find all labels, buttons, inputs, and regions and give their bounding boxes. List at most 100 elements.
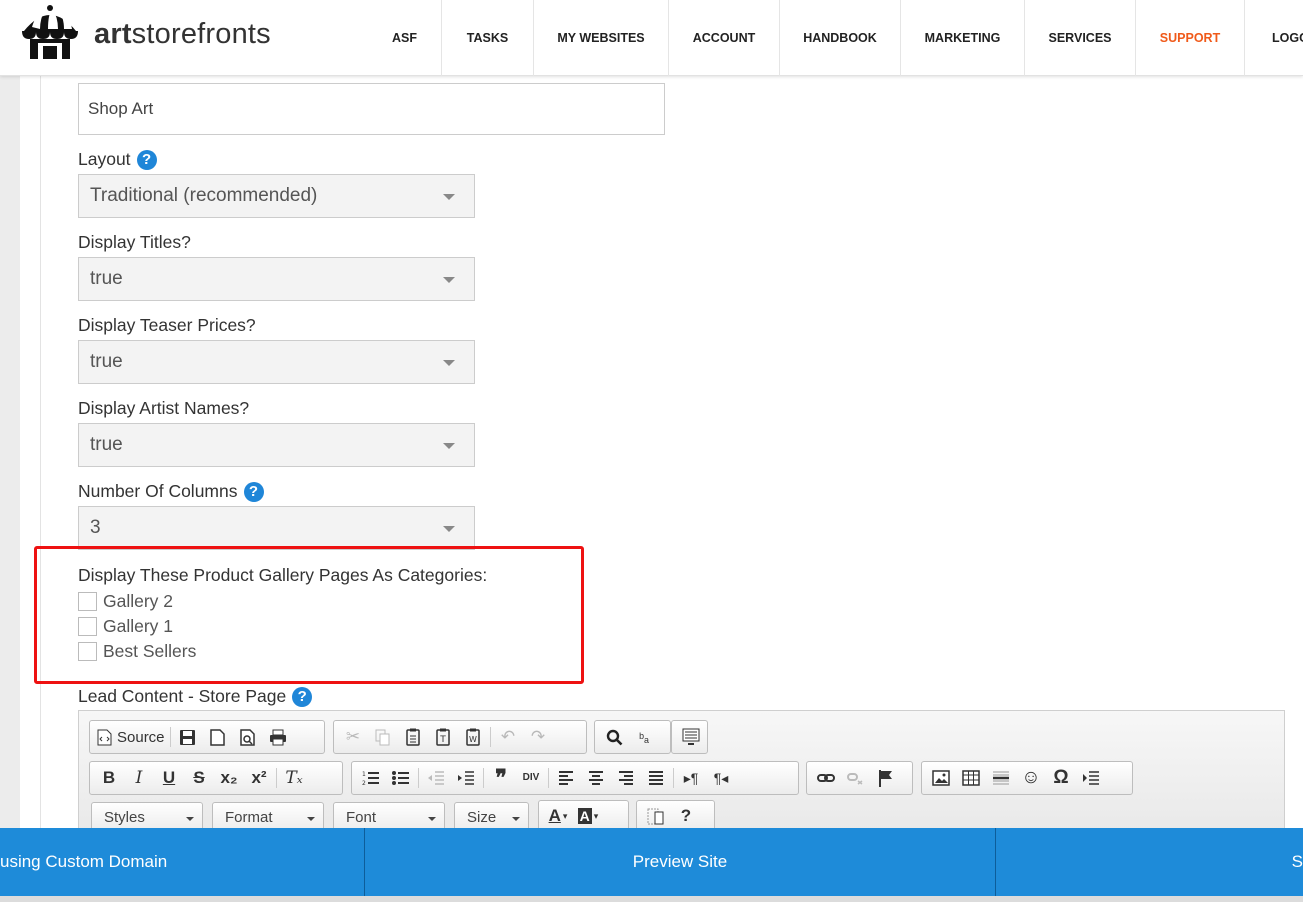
maximize-icon — [647, 808, 664, 824]
help-icon[interactable]: ? — [292, 686, 313, 707]
underline-button[interactable]: U — [154, 764, 184, 792]
unlink-button[interactable] — [841, 764, 871, 792]
find-button[interactable] — [599, 723, 629, 751]
category-option-gallery-2[interactable]: Gallery 2 — [78, 590, 173, 612]
copy-button[interactable] — [368, 723, 398, 751]
nav-item-support[interactable]: SUPPORT — [1135, 0, 1244, 76]
paste-text-button[interactable]: T — [428, 723, 458, 751]
number-of-columns-label: Number Of Columns ? — [78, 481, 264, 502]
save-button[interactable] — [173, 723, 203, 751]
print-button[interactable] — [263, 723, 293, 751]
checkbox[interactable] — [78, 616, 97, 636]
paste-button[interactable] — [398, 723, 428, 751]
page-title-input[interactable]: Shop Art — [78, 83, 665, 135]
link-icon — [817, 774, 835, 782]
display-titles-select[interactable]: true — [78, 257, 475, 301]
div-container-icon: DIV — [522, 772, 540, 783]
text-direction-rtl-icon: ¶◂ — [713, 769, 729, 786]
align-center-button[interactable] — [581, 764, 611, 792]
category-option-best-sellers[interactable]: Best Sellers — [78, 640, 196, 662]
div-container-button[interactable]: DIV — [516, 764, 546, 792]
nav-item-marketing[interactable]: MARKETING — [900, 0, 1024, 76]
brand-rest: storefronts — [131, 18, 271, 50]
redo-button[interactable]: ↷ — [523, 723, 553, 751]
page-break-button[interactable] — [1076, 764, 1106, 792]
toolbar-separator — [169, 727, 171, 747]
strikethrough-button[interactable]: S — [184, 764, 214, 792]
editor-help-button[interactable]: ? — [671, 802, 701, 830]
source-icon — [97, 729, 112, 745]
maximize-button[interactable] — [641, 802, 671, 830]
paste-word-button[interactable]: W — [458, 723, 488, 751]
justify-button[interactable] — [641, 764, 671, 792]
chevron-down-icon — [443, 443, 455, 449]
source-button[interactable]: Source — [94, 723, 168, 751]
outdent-button[interactable] — [421, 764, 451, 792]
subscript-icon: x₂ — [220, 768, 238, 787]
smiley-button[interactable]: ☺ — [1016, 764, 1046, 792]
new-page-button[interactable] — [203, 723, 233, 751]
category-option-gallery-1[interactable]: Gallery 1 — [78, 615, 173, 637]
bulleted-list-button[interactable] — [386, 764, 416, 792]
blockquote-button[interactable]: ❞ — [486, 764, 516, 792]
layout-select[interactable]: Traditional (recommended) — [78, 174, 475, 218]
rich-text-editor: Source ✂ T W ↶ ↷ ᵇₐ B I U S x₂ x² Tₓ 1 2… — [78, 710, 1285, 840]
right-action-button[interactable]: S — [996, 828, 1303, 896]
brand-wordmark[interactable]: artstorefronts — [94, 18, 271, 51]
horizontal-line-button[interactable] — [986, 764, 1016, 792]
link-button[interactable] — [811, 764, 841, 792]
rtl-button[interactable]: ¶◂ — [706, 764, 736, 792]
italic-button[interactable]: I — [124, 764, 154, 792]
strikethrough-icon: S — [193, 768, 205, 787]
superscript-button[interactable]: x² — [244, 764, 274, 792]
align-left-button[interactable] — [551, 764, 581, 792]
align-left-icon — [559, 771, 573, 785]
indent-button[interactable] — [451, 764, 481, 792]
undo-button[interactable]: ↶ — [493, 723, 523, 751]
anchor-button[interactable] — [871, 764, 901, 792]
align-right-button[interactable] — [611, 764, 641, 792]
blockquote-icon: ❞ — [495, 765, 507, 790]
styles-combo-label: Styles — [104, 809, 145, 826]
nav-item-asf[interactable]: ASF — [368, 0, 441, 76]
custom-domain-button[interactable]: using Custom Domain — [0, 828, 364, 896]
special-char-button[interactable]: Ω — [1046, 764, 1076, 792]
image-button[interactable] — [926, 764, 956, 792]
table-button[interactable] — [956, 764, 986, 792]
checkbox[interactable] — [78, 591, 97, 611]
bottom-action-bar: using Custom Domain Preview Site S — [0, 828, 1303, 896]
remove-format-button[interactable]: Tₓ — [279, 764, 309, 792]
display-artist-names-select[interactable]: true — [78, 423, 475, 467]
align-center-icon — [589, 771, 603, 785]
help-icon[interactable]: ? — [136, 149, 157, 170]
paste-text-icon: T — [436, 728, 450, 746]
toolbar-group-paragraph: 12 ❞ DIV ▸¶ ¶◂ — [351, 761, 799, 795]
panel-edge — [40, 0, 41, 902]
display-teaser-prices-select[interactable]: true — [78, 340, 475, 384]
numbered-list-button[interactable]: 12 — [356, 764, 386, 792]
help-icon[interactable]: ? — [243, 481, 264, 502]
preview-icon — [239, 728, 255, 746]
artstorefronts-logo-icon[interactable] — [18, 5, 82, 67]
nav-item-services[interactable]: SERVICES — [1024, 0, 1135, 76]
nav-item-logout[interactable]: LOGO — [1244, 0, 1303, 76]
replace-button[interactable]: ᵇₐ — [629, 723, 659, 751]
templates-button[interactable] — [676, 723, 706, 751]
checkbox-label: Gallery 1 — [103, 615, 174, 636]
bold-button[interactable]: B — [94, 764, 124, 792]
format-combo-label: Format — [225, 809, 273, 826]
nav-item-my-websites[interactable]: MY WEBSITES — [533, 0, 668, 76]
nav-item-handbook[interactable]: HANDBOOK — [779, 0, 900, 76]
help-question-icon: ? — [680, 806, 692, 825]
subscript-button[interactable]: x₂ — [214, 764, 244, 792]
number-of-columns-select[interactable]: 3 — [78, 506, 475, 550]
background-color-button[interactable]: A ▾ — [573, 802, 603, 830]
checkbox[interactable] — [78, 641, 97, 661]
nav-item-tasks[interactable]: TASKS — [441, 0, 533, 76]
preview-site-button[interactable]: Preview Site — [365, 828, 995, 896]
nav-item-account[interactable]: ACCOUNT — [668, 0, 779, 76]
text-color-button[interactable]: A ▾ — [543, 802, 573, 830]
cut-button[interactable]: ✂ — [338, 723, 368, 751]
preview-button[interactable] — [233, 723, 263, 751]
ltr-button[interactable]: ▸¶ — [676, 764, 706, 792]
